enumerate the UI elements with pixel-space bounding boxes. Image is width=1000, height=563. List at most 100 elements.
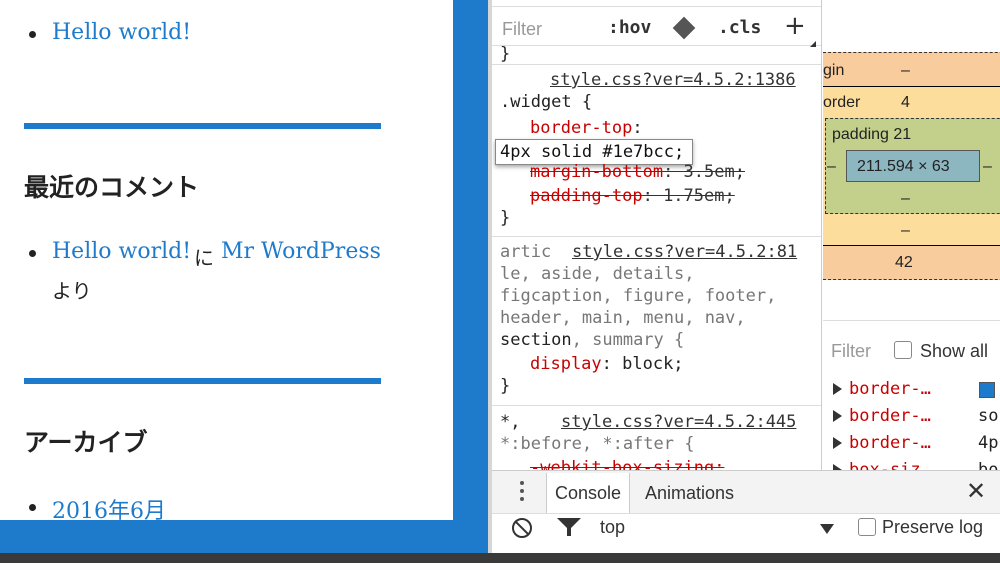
preserve-log-label[interactable]: Preserve log — [882, 517, 983, 538]
computed-property-name[interactable]: border-… — [849, 379, 931, 399]
rule-selector[interactable]: section, summary { — [500, 330, 684, 350]
padding-left-value[interactable]: – — [827, 158, 836, 176]
context-selector[interactable]: top — [600, 517, 625, 538]
computed-row[interactable]: border-… — [823, 379, 1000, 403]
rule-divider — [492, 236, 821, 237]
window-bottom-edge — [0, 553, 1000, 563]
rule-selector[interactable]: *:before, *:after { — [500, 434, 694, 454]
comment-post-link[interactable]: Hello world! — [52, 239, 191, 264]
rule-selector[interactable]: figcaption, figure, footer, — [500, 286, 776, 306]
list-bullet — [29, 504, 36, 511]
rule-close-brace: } — [500, 208, 511, 228]
comment-suffix-text: より — [52, 279, 92, 303]
tab-animations[interactable]: Animations — [637, 473, 742, 513]
rule-close-brace: } — [500, 376, 511, 396]
padding-right-value[interactable]: – — [983, 158, 992, 176]
computed-filter-input[interactable]: Filter — [831, 341, 871, 362]
clear-console-icon[interactable] — [512, 518, 532, 538]
css-property-line-overridden[interactable]: padding-top: 1.75em; — [530, 186, 735, 206]
css-property-value[interactable]: : block; — [602, 354, 684, 374]
rule-selector[interactable]: le, aside, details, — [500, 264, 694, 284]
drawer-menu-icon[interactable] — [520, 481, 524, 505]
computed-row[interactable]: border-… so — [823, 406, 1000, 430]
css-property-name[interactable]: border-top — [530, 118, 632, 138]
close-drawer-icon[interactable]: ✕ — [966, 477, 986, 505]
selector-match[interactable]: section — [500, 330, 572, 350]
computed-property-name[interactable]: border-… — [849, 433, 931, 453]
padding-bottom-value[interactable]: – — [901, 190, 910, 208]
expand-triangle-icon[interactable] — [833, 437, 842, 449]
css-property-line[interactable]: display: block; — [530, 354, 684, 374]
archive-link[interactable]: 2016年6月 — [52, 493, 166, 520]
css-property-line[interactable]: -webkit-box-sizing: — [530, 458, 724, 470]
margin-top-value[interactable]: – — [901, 62, 910, 80]
css-property-value[interactable]: : 1.75em; — [643, 186, 735, 206]
content-size[interactable]: 211.594 × 63 — [857, 158, 950, 176]
list-bullet — [29, 250, 36, 257]
rule-selector[interactable]: artic — [500, 242, 551, 262]
comment-author-link[interactable]: Mr WordPress — [221, 239, 381, 264]
class-toggle[interactable]: .cls — [718, 17, 761, 38]
page-content: Hello world! 最近のコメント Hello world! に Mr W… — [0, 0, 453, 520]
new-rule-menu-icon[interactable] — [810, 41, 816, 47]
margin-label: gin — [823, 62, 845, 79]
css-property-name[interactable]: padding-top — [530, 186, 643, 206]
filter-icon-stem — [567, 528, 571, 536]
color-swatch[interactable] — [979, 382, 995, 398]
computed-property-value[interactable]: so — [978, 406, 998, 426]
recent-post-link[interactable]: Hello world! — [52, 20, 191, 45]
tab-console[interactable]: Console — [546, 473, 631, 513]
border-label: order — [823, 94, 861, 111]
widget-border-top — [24, 378, 381, 384]
comment-connector-text: に — [194, 246, 214, 270]
devtools-drawer: Console Animations ✕ top Preserve log — [492, 470, 1000, 553]
styles-filter-input[interactable]: Filter — [502, 19, 542, 40]
css-property-name[interactable]: -webkit-box-sizing: — [530, 458, 724, 470]
computed-property-name[interactable]: box-siz… — [849, 460, 931, 470]
show-all-label[interactable]: Show all — [920, 341, 988, 362]
devtools-panel: Filter :hov .cls + } style.css?ver=4.5.2… — [492, 0, 1000, 553]
css-property-line-overridden[interactable]: margin-bottom: 3.5em; — [530, 162, 745, 182]
expand-triangle-icon[interactable] — [833, 383, 842, 395]
box-model-diagram: gin – order 4 padding 21 – 211.594 × 63 … — [823, 0, 1000, 320]
selector-rest[interactable]: , summary { — [572, 330, 685, 350]
list-bullet — [29, 31, 36, 38]
computed-row[interactable]: border-… 4p — [823, 433, 1000, 457]
context-dropdown-icon[interactable] — [820, 524, 834, 534]
new-rule-button[interactable]: + — [784, 11, 806, 41]
rule-divider — [492, 64, 821, 65]
computed-row[interactable]: box-siz… bo — [823, 460, 1000, 470]
recent-comments-title: 最近のコメント — [24, 173, 200, 202]
border-bottom-value[interactable]: – — [901, 222, 910, 240]
console-toolbar: top Preserve log — [492, 513, 1000, 553]
styles-toolbar: Filter :hov .cls + — [492, 6, 821, 47]
previous-rule-brace: } — [500, 44, 511, 64]
widget-border-top — [24, 123, 381, 129]
rule-source-link[interactable]: style.css?ver=4.5.2:81 — [572, 242, 797, 262]
preserve-log-checkbox[interactable] — [858, 518, 876, 536]
css-property-line[interactable]: border-top: — [530, 118, 643, 138]
styles-pane: Filter :hov .cls + } style.css?ver=4.5.2… — [492, 0, 822, 470]
rule-source-link[interactable]: style.css?ver=4.5.2:1386 — [550, 70, 796, 90]
show-all-checkbox[interactable] — [894, 341, 912, 359]
archives-title: アーカイブ — [24, 428, 148, 457]
css-property-name[interactable]: display — [530, 354, 602, 374]
rule-selector[interactable]: header, main, menu, nav, — [500, 308, 746, 328]
css-property-value[interactable]: : 3.5em; — [663, 162, 745, 182]
rule-selector[interactable]: *, — [500, 412, 520, 432]
computed-property-value[interactable]: 4p — [978, 433, 998, 453]
editing-value[interactable]: 4px solid #1e7bcc; — [500, 142, 684, 162]
expand-triangle-icon[interactable] — [833, 410, 842, 422]
rendering-icon[interactable] — [672, 16, 696, 40]
border-top-value[interactable]: 4 — [901, 94, 910, 112]
hover-state-toggle[interactable]: :hov — [608, 17, 651, 38]
padding-label[interactable]: padding 21 — [832, 126, 911, 144]
rule-source-link[interactable]: style.css?ver=4.5.2:445 — [561, 412, 796, 432]
computed-styles-pane: Filter Show all border-… border-… so bor… — [823, 320, 1000, 470]
computed-property-name[interactable]: border-… — [849, 406, 931, 426]
computed-property-value[interactable]: bo — [978, 460, 998, 470]
rule-selector[interactable]: .widget { — [500, 92, 592, 112]
css-property-name[interactable]: margin-bottom — [530, 162, 663, 182]
margin-bottom-value[interactable]: 42 — [895, 254, 913, 272]
css-colon: : — [632, 118, 643, 138]
